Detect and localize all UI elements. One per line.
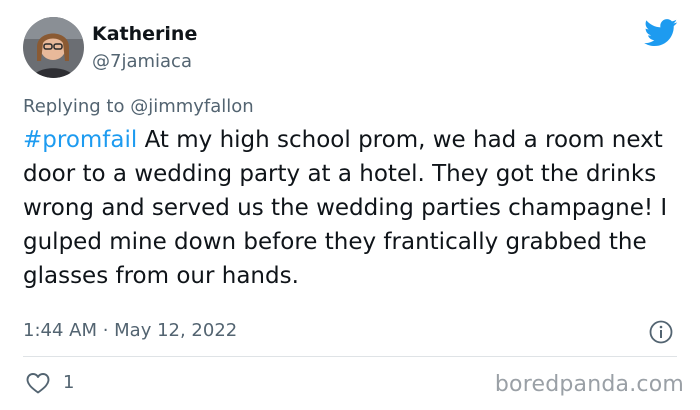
reply-context: Replying to @jimmyfallon [23, 96, 254, 117]
watermark: boredpanda.com [494, 372, 684, 397]
timestamp[interactable]: 1:44 AM · May 12, 2022 [23, 320, 237, 341]
author-handle[interactable]: @7jamiaca [92, 51, 192, 72]
info-icon[interactable] [648, 319, 674, 345]
heart-icon[interactable] [25, 371, 51, 395]
avatar[interactable] [23, 17, 84, 78]
reply-prefix: Replying to [23, 96, 131, 117]
divider [23, 356, 677, 357]
tweet-card: Katherine @7jamiaca Replying to @jimmyfa… [0, 0, 700, 410]
twitter-bird-icon[interactable] [644, 19, 678, 47]
reply-mention-link[interactable]: @jimmyfallon [130, 96, 254, 117]
like-count: 1 [63, 372, 75, 393]
tweet-text: #promfail At my high school prom, we had… [23, 123, 683, 293]
hashtag-link[interactable]: #promfail [23, 127, 137, 153]
author-name[interactable]: Katherine [92, 23, 197, 45]
avatar-image [23, 17, 84, 78]
